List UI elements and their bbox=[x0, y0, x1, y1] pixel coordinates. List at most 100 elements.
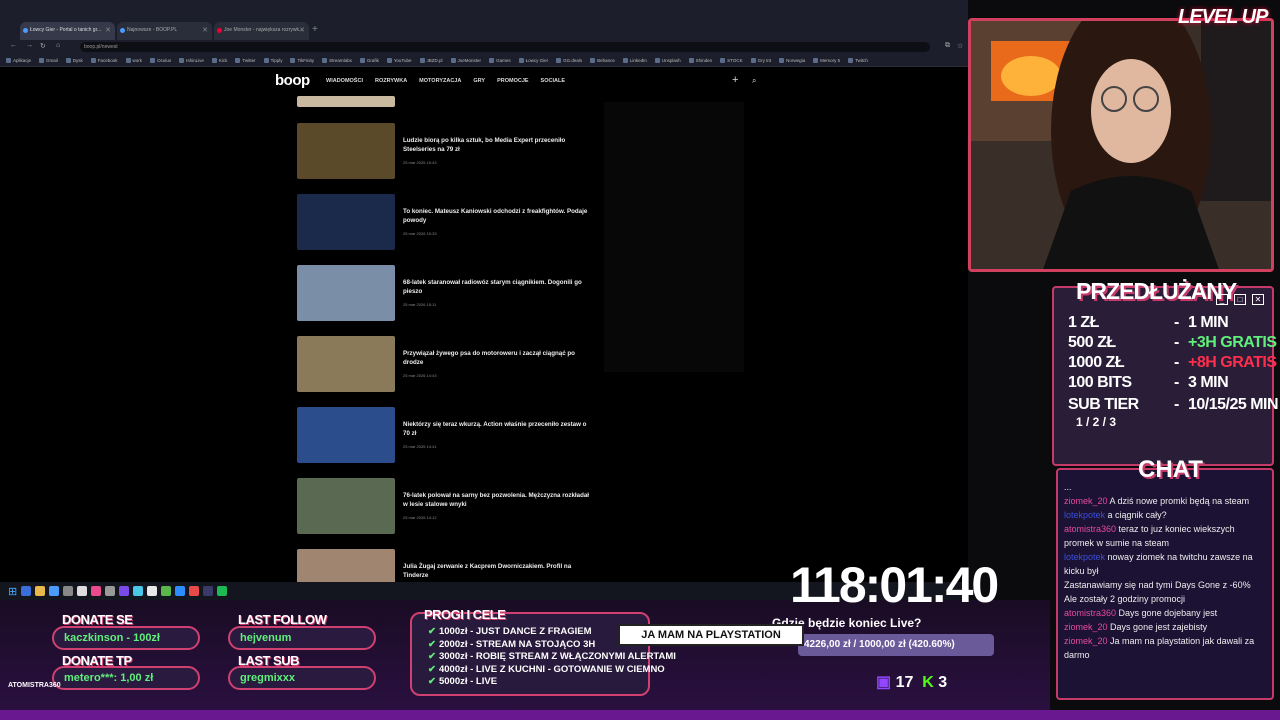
nav-motoryzacja[interactable]: MOTORYZACJA bbox=[419, 78, 461, 84]
bookmark-item[interactable]: work bbox=[126, 57, 143, 63]
nav-wiadomosci[interactable]: WIADOMOŚCI bbox=[326, 78, 363, 84]
app-icon[interactable] bbox=[91, 586, 102, 596]
rule-reward: +8H GRATIS bbox=[1188, 354, 1277, 371]
nav-sociale[interactable]: SOCIALE bbox=[541, 78, 565, 84]
add-icon[interactable]: + bbox=[732, 74, 738, 86]
bottom-stripe bbox=[0, 710, 1280, 720]
article-thumbnail[interactable] bbox=[297, 407, 395, 463]
app-icon[interactable] bbox=[203, 586, 214, 596]
article-card[interactable]: 68-latek staranował radiowóz starym ciąg… bbox=[297, 265, 597, 321]
folder-icon[interactable] bbox=[35, 586, 46, 596]
nav-rozrywka[interactable]: ROZRYWKA bbox=[375, 78, 407, 84]
article-card[interactable]: Przywiązał żywego psa do motoroweru i za… bbox=[297, 336, 597, 392]
tab-lowcy-gier[interactable]: Łowcy Gier - Portal o tanich gr... ✕ bbox=[20, 22, 115, 40]
bookmark-item[interactable]: Gry tnt bbox=[751, 57, 772, 63]
article-thumbnail[interactable] bbox=[297, 265, 395, 321]
app-icon[interactable] bbox=[175, 586, 186, 596]
app-icon[interactable] bbox=[105, 586, 116, 596]
bookmark-item[interactable]: Twitter bbox=[235, 57, 255, 63]
address-bar[interactable]: boop.pl/newest bbox=[80, 42, 930, 52]
app-icon[interactable] bbox=[189, 586, 200, 596]
nav-promocje[interactable]: PROMOCJE bbox=[497, 78, 528, 84]
chat-panel: ... ziomek_20 A dziś nowe promki będą na … bbox=[1056, 468, 1274, 700]
article-thumbnail-partial[interactable] bbox=[297, 96, 395, 107]
bookmark-item[interactable]: YouTube bbox=[387, 57, 412, 63]
bookmark-item[interactable]: Łowcy Gier bbox=[519, 57, 549, 63]
star-icon[interactable]: ☆ bbox=[957, 42, 963, 50]
bookmark-item[interactable]: GG.deals bbox=[556, 57, 582, 63]
bookmark-item[interactable]: Oculus bbox=[150, 57, 171, 63]
bookmark-item[interactable]: Behance bbox=[590, 57, 615, 63]
bookmark-item[interactable]: Kick bbox=[212, 57, 228, 63]
article-card[interactable]: Ludzie biorą po kilka sztuk, bo Media Ex… bbox=[297, 123, 597, 179]
article-title[interactable]: Ludzie biorą po kilka sztuk, bo Media Ex… bbox=[403, 137, 593, 154]
app-icon[interactable] bbox=[63, 586, 74, 596]
bookmark-item[interactable]: Streamlabs bbox=[322, 57, 352, 63]
article-title[interactable]: To koniec. Mateusz Kaniowski odchodzi z … bbox=[403, 208, 593, 225]
bookmark-item[interactable]: JoeMonster bbox=[451, 57, 482, 63]
article-card[interactable]: 76-latek polował na sarny bez pozwolenia… bbox=[297, 478, 597, 534]
bookmark-item[interactable]: Tipply bbox=[264, 57, 283, 63]
bookmark-item[interactable]: TikFinity bbox=[290, 57, 314, 63]
bookmark-item[interactable]: Twitch bbox=[848, 57, 868, 63]
article-card[interactable]: Niektórzy się teraz wkurzą. Action właśn… bbox=[297, 407, 597, 463]
article-title[interactable]: Julia Żugaj zerwanie z Kacprem Dwornicza… bbox=[403, 563, 593, 580]
donate-se-label: DONATE SE bbox=[62, 612, 133, 627]
chat-title: CHAT bbox=[1138, 456, 1203, 483]
chat-message: atomistra360 teraz to juz koniec wiekszy… bbox=[1058, 522, 1272, 550]
bookmark-item[interactable]: Shinden bbox=[689, 57, 713, 63]
bookmark-item[interactable]: STOCK bbox=[720, 57, 742, 63]
bookmark-item[interactable]: Norwegia bbox=[779, 57, 805, 63]
bookmark-item[interactable]: LinkedIn bbox=[623, 57, 647, 63]
last-sub-value: gregmixxx bbox=[228, 666, 376, 690]
search-icon[interactable]: ⌕ bbox=[752, 76, 756, 86]
bookmark-item[interactable]: Unsplash bbox=[655, 57, 681, 63]
goal-item: ✔ 4000zł - LIVE Z KUCHNI - GOTOWANIE W CI… bbox=[428, 664, 665, 675]
close-icon[interactable]: ✕ bbox=[299, 26, 305, 34]
rule-dash: - bbox=[1174, 396, 1179, 413]
tab-boop[interactable]: Najnowsze - BOOP.PL ✕ bbox=[117, 22, 212, 40]
new-tab-button[interactable]: + bbox=[312, 24, 318, 35]
extensions-icon[interactable]: ⧉ bbox=[945, 42, 950, 50]
article-title[interactable]: Przywiązał żywego psa do motoroweru i za… bbox=[403, 350, 593, 367]
article-thumbnail[interactable] bbox=[297, 123, 395, 179]
app-icon[interactable] bbox=[133, 586, 144, 596]
bookmark-item[interactable]: IshinLive bbox=[179, 57, 204, 63]
app-icon[interactable] bbox=[119, 586, 130, 596]
bookmark-item[interactable]: JBZD.pl bbox=[420, 57, 443, 63]
spotify-icon[interactable] bbox=[217, 586, 228, 596]
nav-gry[interactable]: GRY bbox=[473, 78, 485, 84]
home-icon[interactable]: ⌂ bbox=[56, 42, 60, 49]
article-thumbnail[interactable] bbox=[297, 478, 395, 534]
article-title[interactable]: Niektórzy się teraz wkurzą. Action właśn… bbox=[403, 421, 593, 438]
article-title[interactable]: 68-latek staranował radiowóz starym ciąg… bbox=[403, 279, 593, 296]
forward-icon[interactable]: → bbox=[26, 42, 33, 49]
article-thumbnail[interactable] bbox=[297, 194, 395, 250]
store-icon[interactable] bbox=[49, 586, 60, 596]
bookmark-item[interactable]: Memory 5 bbox=[813, 57, 840, 63]
article-thumbnail[interactable] bbox=[297, 336, 395, 392]
article-title[interactable]: 76-latek polował na sarny bez pozwolenia… bbox=[403, 492, 593, 509]
app-icon[interactable] bbox=[77, 586, 88, 596]
bookmark-item[interactable]: Facebook bbox=[91, 57, 118, 63]
przedluzany-title: PRZEDŁUŻANY bbox=[1076, 278, 1237, 304]
reload-icon[interactable]: ↻ bbox=[40, 42, 46, 50]
windows-start-icon[interactable]: ⊞ bbox=[8, 585, 17, 598]
article-card[interactable]: To koniec. Mateusz Kaniowski odchodzi z … bbox=[297, 194, 597, 250]
bookmark-item[interactable]: Aplikacje bbox=[6, 57, 31, 63]
explorer-icon[interactable] bbox=[21, 586, 32, 596]
back-icon[interactable]: ← bbox=[10, 42, 17, 49]
article-thumbnail[interactable] bbox=[297, 549, 395, 582]
site-logo[interactable]: boop bbox=[275, 72, 310, 89]
article-card[interactable]: Julia Żugaj zerwanie z Kacprem Dwornicza… bbox=[297, 549, 597, 582]
app-icon[interactable] bbox=[147, 586, 158, 596]
bookmark-item[interactable]: Gmail bbox=[39, 57, 58, 63]
close-icon[interactable]: ✕ bbox=[202, 26, 208, 34]
rule-amount: 1000 ZŁ bbox=[1068, 354, 1125, 371]
bookmark-item[interactable]: Dysk bbox=[66, 57, 83, 63]
tab-joe-monster[interactable]: Joe Monster - największa rozrywk... ✕ bbox=[214, 22, 309, 40]
close-icon[interactable]: ✕ bbox=[105, 26, 111, 34]
bookmark-item[interactable]: Games bbox=[489, 57, 511, 63]
bookmark-item[interactable]: Grafik bbox=[360, 57, 379, 63]
xbox-icon[interactable] bbox=[161, 586, 172, 596]
